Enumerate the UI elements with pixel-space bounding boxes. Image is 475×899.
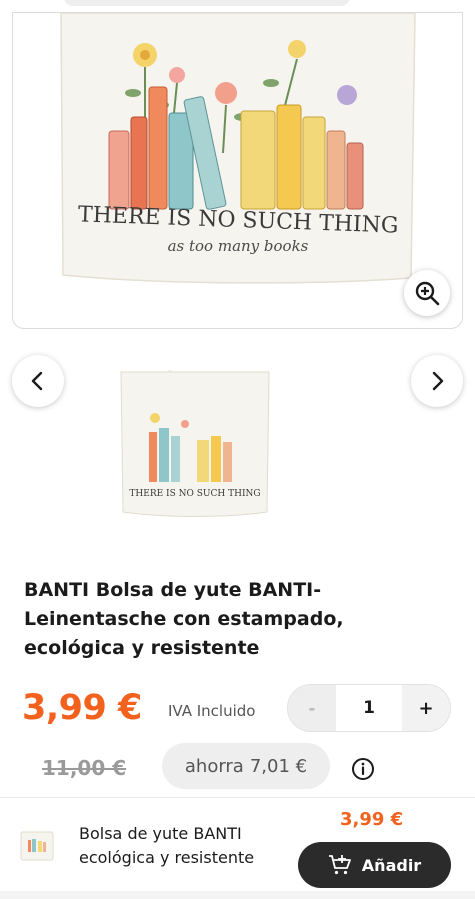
saving-amount: 7,01 € (249, 755, 308, 777)
saving-badge: ahorra 7,01 € (162, 743, 330, 789)
product-title: BANTI Bolsa de yute BANTI-Leinentasche c… (24, 579, 344, 659)
saving-label: ahorra (184, 755, 244, 777)
sticky-product-thumbnail (19, 828, 55, 862)
carousel-next-button[interactable] (411, 355, 463, 407)
sticky-product-name: Bolsa de yute BANTI ecológica y resisten… (79, 824, 255, 867)
product-price: 3,99 € (22, 688, 142, 728)
zoom-button[interactable] (404, 270, 450, 316)
tote-bag-illustration: THERE IS NO SUCH THING as too many books (60, 13, 416, 284)
old-price: 11,00 € (42, 756, 127, 780)
zoom-in-icon (415, 281, 440, 306)
info-icon (352, 758, 374, 780)
thumbnail-print-text: THERE IS NO SUCH THING (129, 489, 260, 499)
tote-bag-mini-image (20, 831, 54, 861)
tote-bag-thumbnail: THERE IS NO SUCH THING (120, 369, 270, 517)
carousel-prev-button[interactable] (12, 355, 64, 407)
quantity-increase-button[interactable]: + (402, 685, 450, 731)
quantity-stepper: - 1 + (287, 684, 451, 732)
quantity-value[interactable]: 1 (336, 698, 402, 718)
saving-info-button[interactable] (351, 757, 375, 781)
search-bar-edge[interactable] (64, 0, 350, 6)
add-to-cart-label: Añadir (361, 855, 422, 875)
bottom-edge (0, 891, 475, 899)
vat-label: IVA Incluido (168, 702, 256, 720)
sticky-add-to-cart-bar: Bolsa de yute BANTI ecológica y resisten… (0, 797, 475, 891)
sticky-price: 3,99 € (340, 809, 404, 830)
chevron-right-icon (432, 371, 444, 391)
product-image-main[interactable]: THERE IS NO SUCH THING as too many books (12, 12, 463, 329)
cart-add-icon (328, 855, 351, 875)
add-to-cart-button[interactable]: Añadir (298, 842, 451, 888)
chevron-left-icon (31, 371, 43, 391)
bag-print-subtext: as too many books (168, 237, 309, 255)
product-thumbnail[interactable]: THERE IS NO SUCH THING (115, 369, 275, 520)
quantity-decrease-button[interactable]: - (288, 685, 336, 731)
